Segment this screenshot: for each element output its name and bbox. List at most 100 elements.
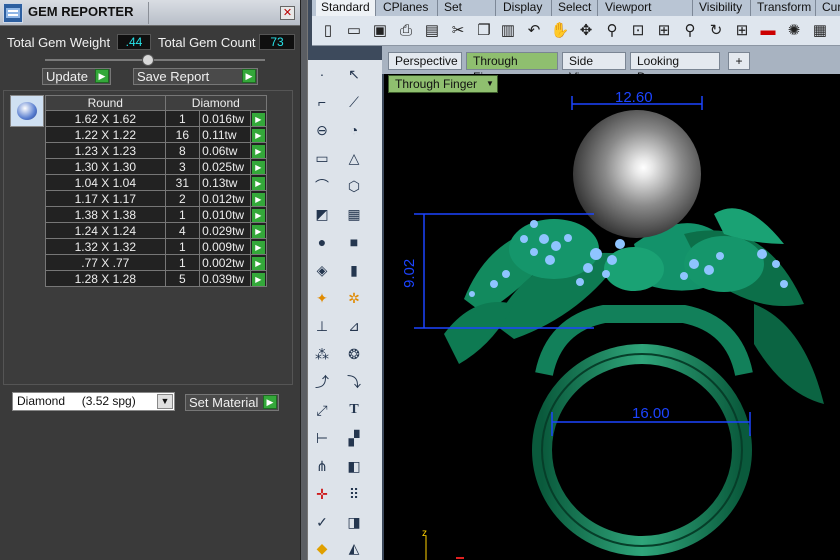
- surface-icon[interactable]: ◩: [310, 202, 334, 226]
- close-button[interactable]: ✕: [280, 6, 295, 20]
- gem-row[interactable]: 1.38 X 1.38 1 0.010tw ▶: [45, 206, 268, 223]
- analyze-icon[interactable]: ⋔: [310, 454, 334, 478]
- panel-splitter[interactable]: [300, 0, 308, 560]
- join-icon[interactable]: ❂: [342, 342, 366, 366]
- curve-icon[interactable]: ⟋: [342, 90, 366, 114]
- gem-row[interactable]: 1.23 X 1.23 8 0.06tw ▶: [45, 142, 268, 159]
- tab-side-view[interactable]: Side View: [562, 52, 626, 84]
- tab-cplanes[interactable]: CPlanes: [378, 0, 438, 16]
- report-slider[interactable]: [45, 54, 265, 66]
- rotate-view-icon[interactable]: ✥: [576, 21, 596, 41]
- undo-view-icon[interactable]: ↻: [706, 21, 726, 41]
- copy-icon[interactable]: ❐: [474, 21, 494, 41]
- gem-row[interactable]: 1.22 X 1.22 16 0.11tw ▶: [45, 126, 268, 143]
- row-arrow-button[interactable]: ▶: [249, 126, 268, 143]
- slider-knob[interactable]: [142, 54, 154, 66]
- polyline-icon[interactable]: ⌐: [310, 90, 334, 114]
- boolean-icon[interactable]: ✦: [310, 286, 334, 310]
- row-arrow-button[interactable]: ▶: [249, 238, 268, 255]
- gem-row[interactable]: 1.62 X 1.62 1 0.016tw ▶: [45, 110, 268, 127]
- solid-icon[interactable]: ◧: [342, 454, 366, 478]
- fillet-icon[interactable]: ⌒: [310, 174, 334, 198]
- tab-display[interactable]: Display: [498, 0, 552, 16]
- tab-select[interactable]: Select: [553, 0, 598, 16]
- tab-perspective[interactable]: Perspective: [388, 52, 462, 70]
- surface-grid-icon[interactable]: ▦: [342, 202, 366, 226]
- rectangle-icon[interactable]: ▭: [310, 146, 334, 170]
- check-icon[interactable]: ✓: [310, 510, 334, 534]
- four-viewports-icon[interactable]: ⊞: [732, 21, 752, 41]
- tab-curve[interactable]: Cur: [817, 0, 840, 16]
- move-icon[interactable]: ⤴: [310, 370, 334, 394]
- paste-icon[interactable]: ▥: [498, 21, 518, 41]
- sphere-icon[interactable]: ●: [310, 230, 334, 254]
- hexagon-icon[interactable]: ⬡: [342, 174, 366, 198]
- set-material-button[interactable]: Set Material ▶: [185, 394, 279, 411]
- viewport-menu-chevron-icon[interactable]: ▼: [486, 77, 496, 91]
- row-arrow-button[interactable]: ▶: [249, 270, 268, 287]
- viewport-title[interactable]: Through Finger ▼: [388, 75, 498, 93]
- pan-hand-icon[interactable]: ✋: [550, 21, 570, 41]
- gem-row[interactable]: 1.28 X 1.28 5 0.039tw ▶: [45, 270, 268, 287]
- undo-icon[interactable]: ↶: [524, 21, 544, 41]
- arc-icon[interactable]: ◔: [342, 118, 366, 142]
- update-button[interactable]: Update ▶: [42, 68, 111, 85]
- save-report-button[interactable]: Save Report ▶: [133, 68, 258, 85]
- gem-row[interactable]: 1.30 X 1.30 3 0.025tw ▶: [45, 158, 268, 175]
- zoom-selected-icon[interactable]: ⚲: [680, 21, 700, 41]
- box-icon[interactable]: ■: [342, 230, 366, 254]
- row-arrow-button[interactable]: ▶: [249, 190, 268, 207]
- split-icon[interactable]: ⊿: [342, 314, 366, 338]
- cylinder-icon[interactable]: ▮: [342, 258, 366, 282]
- trim-icon[interactable]: ⊥: [310, 314, 334, 338]
- 3d-viewport[interactable]: 12.60 9.02 16.00 z Through Finger ▼: [384, 74, 840, 560]
- car-icon[interactable]: ▬: [758, 21, 778, 41]
- scale-icon[interactable]: ⤢: [310, 398, 334, 422]
- gem-reporter-titlebar[interactable]: GEM REPORTER ✕: [0, 0, 300, 26]
- gem-row[interactable]: 1.24 X 1.24 4 0.029tw ▶: [45, 222, 268, 239]
- import-icon[interactable]: ▤: [422, 21, 442, 41]
- light-icon[interactable]: ✺: [784, 21, 804, 41]
- render-icon[interactable]: ◆: [310, 536, 334, 560]
- chevron-down-icon[interactable]: ▼: [157, 394, 173, 409]
- zoom-icon[interactable]: ⚲: [602, 21, 622, 41]
- row-arrow-button[interactable]: ▶: [249, 158, 268, 175]
- row-arrow-button[interactable]: ▶: [249, 110, 268, 127]
- tab-set-view[interactable]: Set View: [439, 0, 496, 29]
- zoom-window-icon[interactable]: ⊡: [628, 21, 648, 41]
- tab-standard[interactable]: Standard: [316, 0, 376, 16]
- select-arrow-icon[interactable]: ↖: [342, 62, 366, 86]
- ellipse-icon[interactable]: ⊖: [310, 118, 334, 142]
- extrude-icon[interactable]: ◨: [342, 510, 366, 534]
- row-arrow-button[interactable]: ▶: [249, 142, 268, 159]
- cut-icon[interactable]: ✂: [448, 21, 468, 41]
- tab-viewport-layout[interactable]: Viewport Layout: [600, 0, 693, 29]
- row-arrow-button[interactable]: ▶: [249, 254, 268, 271]
- zoom-extents-icon[interactable]: ⊞: [654, 21, 674, 41]
- gem-row[interactable]: 1.32 X 1.32 1 0.009tw ▶: [45, 238, 268, 255]
- grid-icon[interactable]: ▦: [810, 21, 830, 41]
- dimension-icon[interactable]: ⊢: [310, 426, 334, 450]
- tab-transform[interactable]: Transform: [752, 0, 816, 16]
- open-file-icon[interactable]: ▭: [344, 21, 364, 41]
- cone-icon[interactable]: ◭: [342, 536, 366, 560]
- transform-gear-icon[interactable]: ✲: [342, 286, 366, 310]
- array-icon[interactable]: ▞: [342, 426, 366, 450]
- tab-visibility[interactable]: Visibility: [694, 0, 751, 16]
- gumball-icon[interactable]: ✛: [310, 482, 334, 506]
- rotate-icon[interactable]: ⤵: [342, 370, 366, 394]
- material-select[interactable]: Diamond (3.52 spg) ▼: [12, 392, 175, 411]
- gem-row[interactable]: 1.17 X 1.17 2 0.012tw ▶: [45, 190, 268, 207]
- tab-through-finger[interactable]: Through Finger: [466, 52, 558, 84]
- new-file-icon[interactable]: ▯: [318, 21, 338, 41]
- row-arrow-button[interactable]: ▶: [249, 222, 268, 239]
- text-icon[interactable]: T: [342, 398, 366, 422]
- add-viewport-tab[interactable]: +: [728, 52, 750, 70]
- save-icon[interactable]: ▣: [370, 21, 390, 41]
- grid-points-icon[interactable]: ⠿: [342, 482, 366, 506]
- point-icon[interactable]: ·: [310, 62, 334, 86]
- row-arrow-button[interactable]: ▶: [249, 174, 268, 191]
- gem-row[interactable]: 1.04 X 1.04 31 0.13tw ▶: [45, 174, 268, 191]
- tab-looking-down[interactable]: Looking Down: [630, 52, 720, 84]
- row-arrow-button[interactable]: ▶: [249, 206, 268, 223]
